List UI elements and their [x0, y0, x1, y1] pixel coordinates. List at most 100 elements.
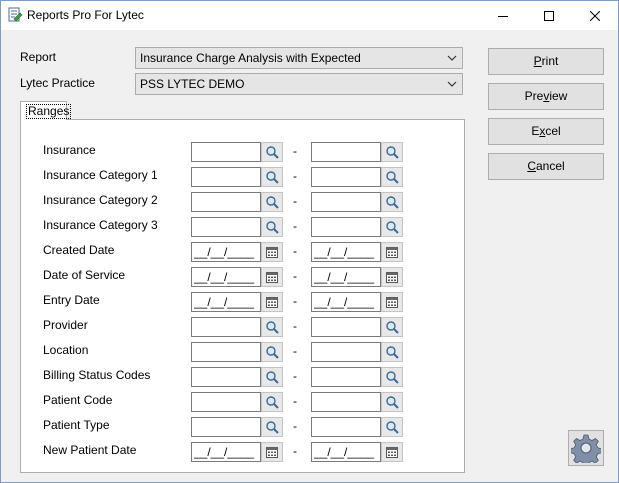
created-date-to-calendar-button[interactable]	[381, 242, 403, 262]
magnifier-icon	[266, 396, 279, 409]
minimize-button[interactable]	[480, 1, 526, 30]
range-separator: -	[293, 269, 297, 283]
magnifier-icon	[266, 171, 279, 184]
range-label-insurance-category-3: Insurance Category 3	[43, 218, 158, 232]
print-button[interactable]: Print	[488, 48, 604, 75]
practice-select-value: PSS LYTEC DEMO	[140, 77, 245, 91]
range-label-new-patient-date: New Patient Date	[43, 443, 137, 457]
created-date-to-input[interactable]	[311, 242, 381, 262]
patient-code-from-input[interactable]	[191, 392, 261, 412]
insurance-to-input[interactable]	[311, 142, 381, 162]
entry-date-to-input[interactable]	[311, 292, 381, 312]
new-patient-date-to-input[interactable]	[311, 442, 381, 462]
location-from-input[interactable]	[191, 342, 261, 362]
insurance-category-3-from-lookup-button[interactable]	[261, 217, 283, 237]
insurance-category-3-to-lookup-button[interactable]	[381, 217, 403, 237]
entry-date-from-calendar-button[interactable]	[261, 292, 283, 312]
date-of-service-from-calendar-button[interactable]	[261, 267, 283, 287]
entry-date-from-input[interactable]	[191, 292, 261, 312]
magnifier-icon	[386, 371, 399, 384]
insurance-category-1-from-input[interactable]	[191, 167, 261, 187]
range-separator: -	[293, 144, 297, 158]
new-patient-date-from-calendar-button[interactable]	[261, 442, 283, 462]
insurance-category-1-to-lookup-button[interactable]	[381, 167, 403, 187]
created-date-from-input[interactable]	[191, 242, 261, 262]
report-edit-icon	[8, 7, 23, 22]
insurance-from-input[interactable]	[191, 142, 261, 162]
range-separator: -	[293, 419, 297, 433]
tab-ranges[interactable]: Ranges	[20, 101, 72, 120]
cancel-button[interactable]: Cancel	[488, 153, 604, 180]
print-label-post: rint	[541, 54, 559, 68]
insurance-category-1-to-input[interactable]	[311, 167, 381, 187]
magnifier-icon	[386, 171, 399, 184]
magnifier-icon	[266, 196, 279, 209]
magnifier-icon	[266, 371, 279, 384]
date-of-service-from-input[interactable]	[191, 267, 261, 287]
tab-ranges-label: Ranges	[26, 104, 72, 119]
patient-type-from-lookup-button[interactable]	[261, 417, 283, 437]
excel-label-post: cel	[545, 124, 561, 138]
location-from-lookup-button[interactable]	[261, 342, 283, 362]
calendar-icon	[386, 246, 398, 258]
insurance-category-3-from-input[interactable]	[191, 217, 261, 237]
billing-status-codes-to-input[interactable]	[311, 367, 381, 387]
new-patient-date-to-calendar-button[interactable]	[381, 442, 403, 462]
range-label-insurance-category-2: Insurance Category 2	[43, 193, 158, 207]
range-separator: -	[293, 294, 297, 308]
calendar-icon	[386, 296, 398, 308]
magnifier-icon	[386, 421, 399, 434]
location-to-lookup-button[interactable]	[381, 342, 403, 362]
billing-status-codes-to-lookup-button[interactable]	[381, 367, 403, 387]
insurance-to-lookup-button[interactable]	[381, 142, 403, 162]
insurance-category-2-from-lookup-button[interactable]	[261, 192, 283, 212]
maximize-icon	[544, 10, 554, 21]
preview-button[interactable]: Preview	[488, 83, 604, 110]
practice-select[interactable]: PSS LYTEC DEMO	[135, 73, 463, 95]
created-date-from-calendar-button[interactable]	[261, 242, 283, 262]
patient-type-to-input[interactable]	[311, 417, 381, 437]
patient-code-to-input[interactable]	[311, 392, 381, 412]
patient-code-to-lookup-button[interactable]	[381, 392, 403, 412]
range-label-location: Location	[43, 343, 89, 357]
range-label-created-date: Created Date	[43, 243, 115, 257]
magnifier-icon	[386, 396, 399, 409]
close-button[interactable]	[572, 1, 618, 30]
provider-to-input[interactable]	[311, 317, 381, 337]
provider-from-input[interactable]	[191, 317, 261, 337]
entry-date-to-calendar-button[interactable]	[381, 292, 403, 312]
patient-type-to-lookup-button[interactable]	[381, 417, 403, 437]
insurance-from-lookup-button[interactable]	[261, 142, 283, 162]
insurance-category-2-to-input[interactable]	[311, 192, 381, 212]
calendar-icon	[266, 271, 278, 283]
excel-button[interactable]: Excel	[488, 118, 604, 145]
report-label: Report	[20, 50, 57, 64]
range-label-provider: Provider	[43, 318, 88, 332]
magnifier-icon	[386, 346, 399, 359]
range-label-date-of-service: Date of Service	[43, 268, 126, 282]
insurance-category-1-from-lookup-button[interactable]	[261, 167, 283, 187]
location-to-input[interactable]	[311, 342, 381, 362]
billing-status-codes-from-lookup-button[interactable]	[261, 367, 283, 387]
date-of-service-to-input[interactable]	[311, 267, 381, 287]
provider-from-lookup-button[interactable]	[261, 317, 283, 337]
title-bar[interactable]: Reports Pro For Lytec	[1, 1, 618, 30]
maximize-button[interactable]	[526, 1, 572, 30]
window-title: Reports Pro For Lytec	[27, 8, 144, 22]
range-separator: -	[293, 244, 297, 258]
billing-status-codes-from-input[interactable]	[191, 367, 261, 387]
report-select[interactable]: Insurance Charge Analysis with Expected	[135, 47, 463, 69]
range-label-billing-status-codes: Billing Status Codes	[43, 368, 151, 382]
patient-code-from-lookup-button[interactable]	[261, 392, 283, 412]
patient-type-from-input[interactable]	[191, 417, 261, 437]
insurance-category-3-to-input[interactable]	[311, 217, 381, 237]
range-separator: -	[293, 194, 297, 208]
provider-to-lookup-button[interactable]	[381, 317, 403, 337]
chevron-down-icon	[447, 81, 457, 87]
date-of-service-to-calendar-button[interactable]	[381, 267, 403, 287]
preview-label-post: iew	[549, 89, 568, 103]
new-patient-date-from-input[interactable]	[191, 442, 261, 462]
settings-button[interactable]	[568, 430, 604, 466]
insurance-category-2-to-lookup-button[interactable]	[381, 192, 403, 212]
insurance-category-2-from-input[interactable]	[191, 192, 261, 212]
